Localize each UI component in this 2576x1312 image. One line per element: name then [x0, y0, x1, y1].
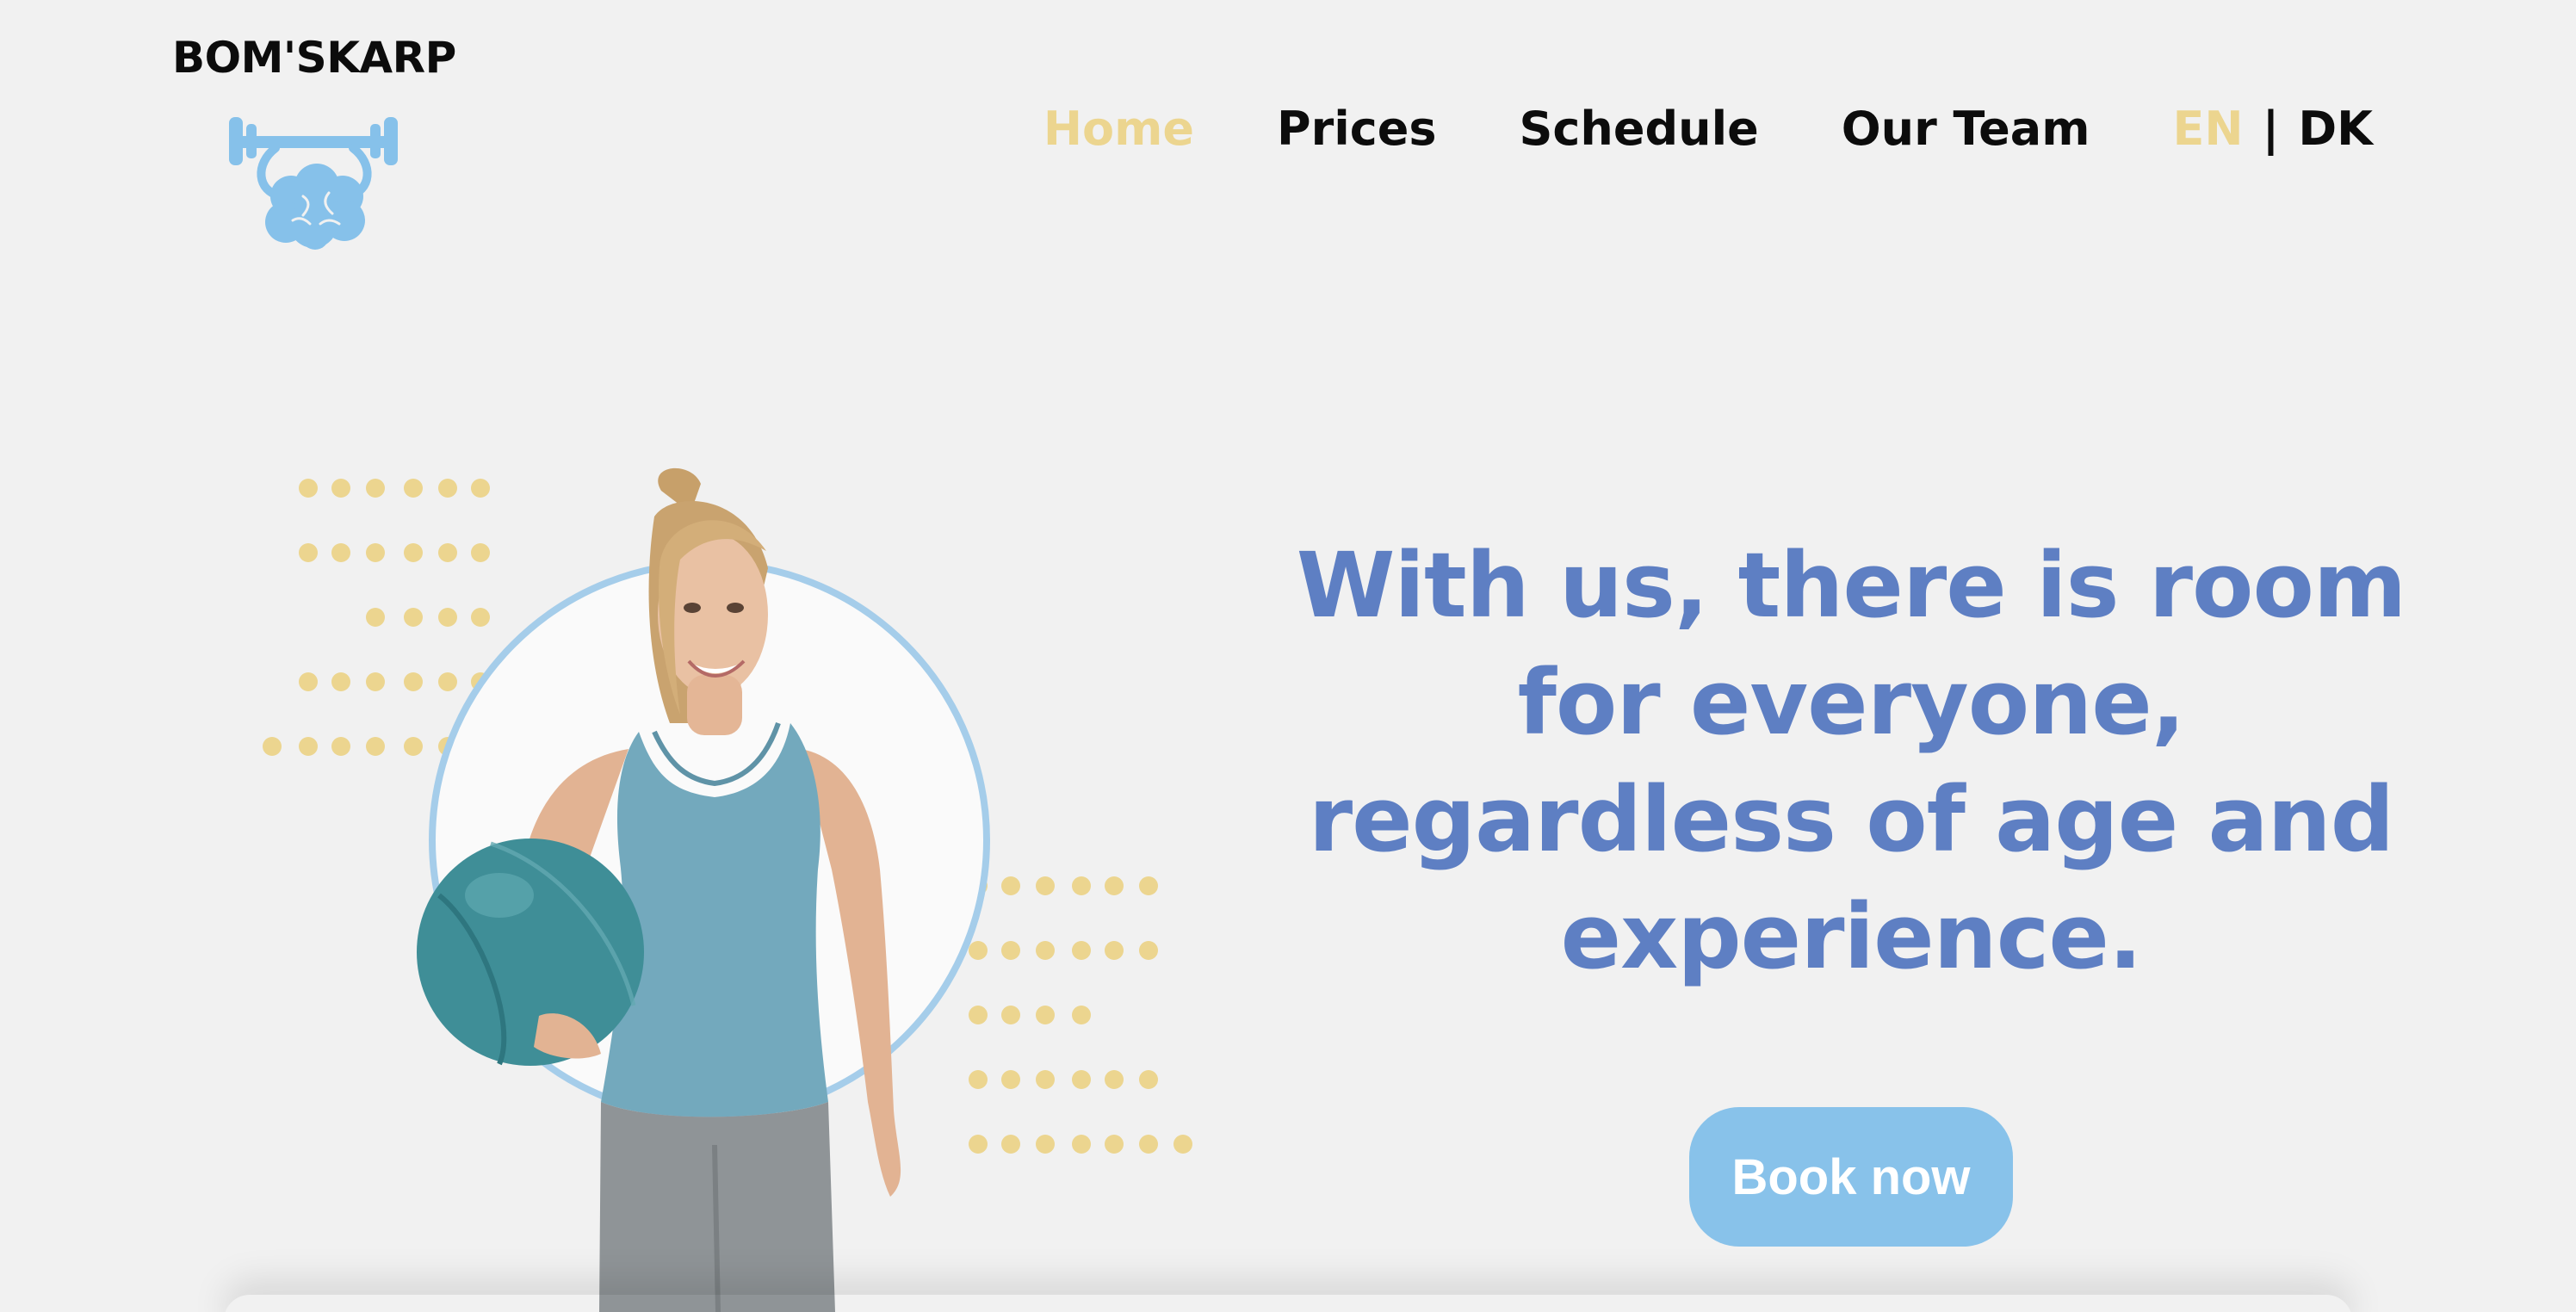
nav-prices[interactable]: Prices — [1277, 102, 1437, 156]
hero-heading: With us, there is room for everyone, reg… — [1296, 533, 2407, 989]
nav-home[interactable]: Home — [1043, 102, 1194, 156]
page: BOM'SKARP Home Prices Schedule Our Team … — [0, 0, 2576, 1312]
hero-section: With us, there is room for everyone, reg… — [1274, 527, 2428, 1247]
language-en[interactable]: EN — [2173, 102, 2244, 156]
language-separator: | — [2262, 102, 2280, 156]
nav-our-team[interactable]: Our Team — [1842, 102, 2090, 156]
brand-name: BOM'SKARP — [172, 33, 456, 83]
woman-holding-exercise-ball-image — [417, 467, 901, 1312]
language-switcher: EN | DK — [2173, 102, 2374, 156]
content-divider-shadow — [224, 1295, 2352, 1312]
language-dk[interactable]: DK — [2298, 102, 2373, 156]
nav-schedule[interactable]: Schedule — [1520, 102, 1759, 156]
hero-illustration — [250, 465, 1223, 1312]
book-now-button[interactable]: Book now — [1689, 1107, 2013, 1247]
site-logo[interactable]: BOM'SKARP — [172, 33, 465, 257]
main-nav: Home Prices Schedule Our Team EN | DK — [961, 102, 2373, 156]
barbell-brain-icon — [229, 117, 398, 250]
